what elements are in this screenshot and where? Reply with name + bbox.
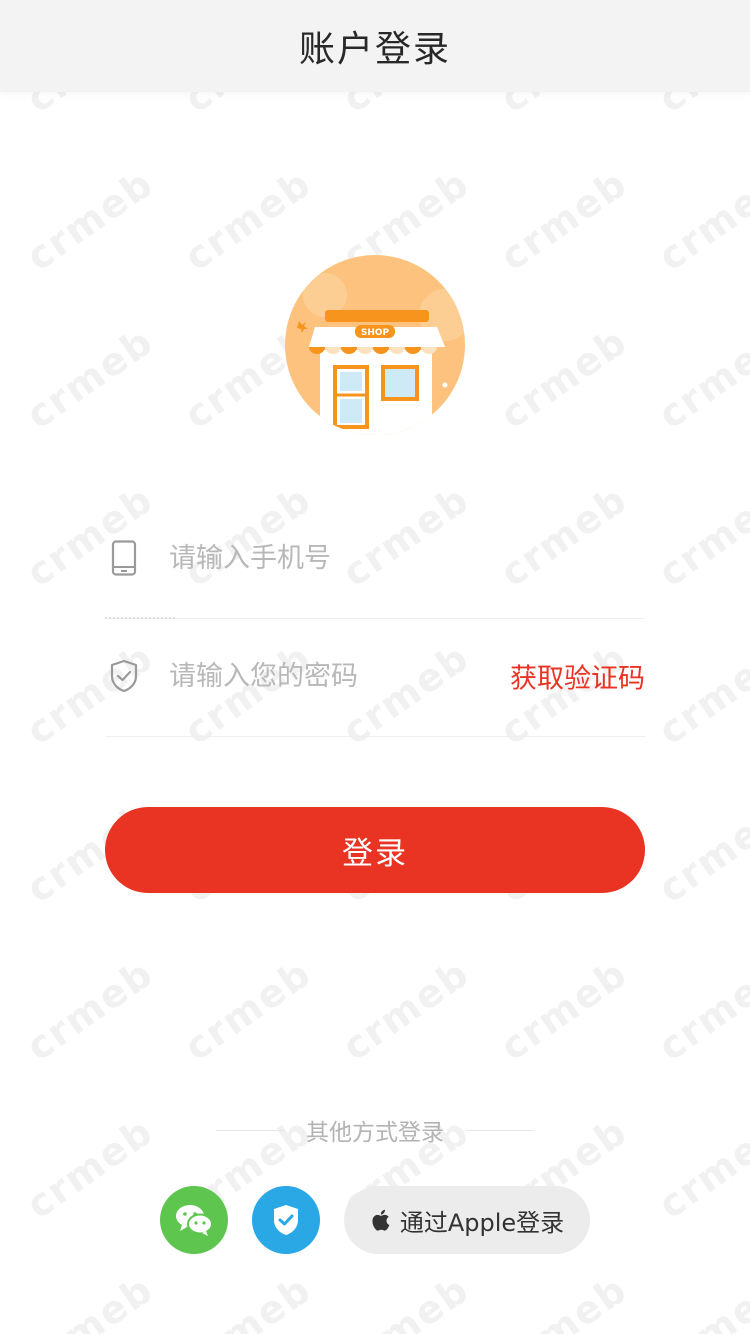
watermark-text: crmeb — [650, 476, 750, 596]
watermark-text: crmeb — [650, 160, 750, 280]
watermark-text: crmeb — [334, 1266, 478, 1334]
watermark-text: crmeb — [650, 792, 750, 912]
apple-login-button[interactable]: 通过Apple登录 — [344, 1186, 590, 1254]
watermark-text: crmeb — [18, 1266, 162, 1334]
watermark-text: crmeb — [18, 318, 162, 438]
apple-login-label: 通过Apple登录 — [399, 1208, 565, 1237]
password-input[interactable] — [167, 659, 491, 693]
page-title: 账户登录 — [298, 29, 451, 70]
watermark-text: crmeb — [176, 1266, 320, 1334]
shield-check-icon — [274, 1205, 298, 1235]
phone-field — [105, 498, 645, 619]
get-code-button[interactable]: 获取验证码 — [510, 657, 645, 696]
phone-icon — [107, 538, 141, 578]
apple-icon — [370, 1208, 390, 1232]
shop-sign-text: SHOP — [361, 328, 390, 338]
password-field: 获取验证码 — [105, 616, 645, 737]
shield-check-icon — [107, 656, 141, 696]
phone-input[interactable] — [167, 541, 491, 575]
shop-logo-illustration: SHOP — [285, 255, 465, 435]
wechat-icon — [176, 1205, 213, 1236]
watermark-text: crmeb — [492, 318, 636, 438]
social-login-row: 通过Apple登录 — [0, 1186, 750, 1254]
login-button[interactable]: 登录 — [105, 807, 645, 893]
watermark-text: crmeb — [650, 950, 750, 1070]
verify-login-button[interactable] — [252, 1186, 320, 1254]
watermark-text: crmeb — [18, 950, 162, 1070]
watermark-text: crmeb — [176, 950, 320, 1070]
page-header: 账户登录 — [0, 0, 750, 92]
watermark-text: crmeb — [492, 1266, 636, 1334]
watermark-text: crmeb — [18, 160, 162, 280]
watermark-text: crmeb — [492, 950, 636, 1070]
watermark-text: crmeb — [492, 160, 636, 280]
wechat-login-button[interactable] — [160, 1186, 228, 1254]
shop-logo: SHOP — [285, 255, 465, 435]
watermark-text: crmeb — [334, 950, 478, 1070]
divider-line-left — [216, 1129, 284, 1131]
watermark-text: crmeb — [650, 1266, 750, 1334]
other-login-divider: 其他方式登录 — [0, 1110, 750, 1150]
watermark-text: crmeb — [650, 634, 750, 754]
divider-line-right — [466, 1129, 534, 1131]
watermark-text: crmeb — [650, 318, 750, 438]
other-login-label: 其他方式登录 — [306, 1120, 444, 1146]
